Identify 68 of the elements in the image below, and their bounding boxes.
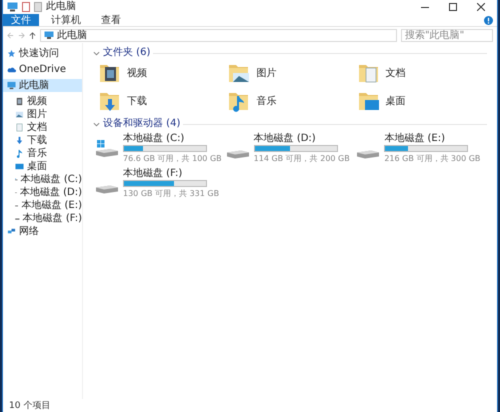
sidebar-item[interactable]: 此电脑 [3, 79, 82, 92]
folder-label[interactable]: 视频 [127, 66, 147, 80]
section-title[interactable]: 设备和驱动器 (4) [103, 118, 180, 130]
chevron-icon [93, 50, 100, 56]
free-space-text: 76.6 GB 可用，共 100 GB [123, 153, 222, 164]
free-space-text: 216 GB 可用，共 300 GB [384, 153, 480, 164]
windows-drive-icon [95, 138, 119, 158]
hard-drive-icon [226, 150, 250, 158]
download-icon [15, 136, 24, 145]
help-icon [484, 16, 493, 24]
drive-name[interactable]: 本地磁盘 (D:) [254, 133, 350, 144]
desktop-icon [15, 162, 24, 171]
chevron-icon [93, 120, 100, 128]
pin-icon [7, 49, 16, 58]
picture-folder-icon [228, 62, 250, 84]
sidebar-item[interactable]: 本地磁盘 (F:) [3, 212, 82, 225]
sidebar-item[interactable]: 网络 [3, 225, 82, 238]
sidebar-item[interactable]: 本地磁盘 (E:) [3, 199, 82, 212]
computer-icon [7, 81, 16, 90]
maximize-icon [449, 3, 457, 11]
section-title[interactable]: 文件夹 (6) [103, 47, 150, 59]
status-text: 10 个项目 [9, 400, 50, 412]
ribbon-tab[interactable]: 查看 [93, 14, 129, 26]
film-icon [15, 97, 24, 106]
network-icon [7, 227, 16, 236]
computer-icon [44, 31, 54, 39]
drive-name[interactable]: 本地磁盘 (C:) [123, 133, 222, 144]
sidebar-item[interactable]: 图片 [3, 108, 82, 121]
hard-drive-icon [95, 184, 119, 194]
folder-label[interactable]: 图片 [256, 66, 276, 80]
address-bar[interactable]: 此电脑 [40, 28, 397, 42]
forward-icon [18, 32, 25, 38]
drive-name[interactable]: 本地磁盘 (E:) [384, 133, 480, 144]
drive-name[interactable]: 本地磁盘 (F:) [123, 168, 220, 179]
close-icon [477, 3, 485, 11]
minimize-icon [421, 6, 429, 8]
folder-label[interactable]: 文档 [386, 66, 406, 80]
ribbon-tab[interactable]: 计算机 [43, 14, 89, 26]
sidebar-item[interactable]: 快速访问 [3, 47, 82, 60]
sidebar-item[interactable]: 下载 [3, 134, 82, 147]
back-icon [7, 32, 14, 38]
computer-icon [7, 2, 18, 12]
document-icon [15, 123, 24, 132]
desktop-folder-icon [358, 90, 380, 112]
music-folder-icon [228, 90, 250, 112]
up-icon [29, 32, 36, 38]
address-path: 此电脑 [57, 30, 87, 40]
document-folder-icon [358, 62, 380, 84]
sidebar-item[interactable]: 桌面 [3, 160, 82, 173]
sidebar-item[interactable]: 视频 [3, 95, 82, 108]
free-space-text: 130 GB 可用，共 331 GB [123, 188, 220, 199]
music-icon [15, 149, 24, 158]
folder-label[interactable]: 音乐 [256, 94, 276, 108]
sidebar-item[interactable]: OneDrive [3, 63, 82, 76]
sidebar-item[interactable]: 文档 [3, 121, 82, 134]
window-title: 此电脑 [46, 1, 76, 13]
free-space-text: 114 GB 可用，共 200 GB [254, 153, 350, 164]
video-folder-icon [99, 62, 121, 84]
ribbon-tab[interactable]: 文件 [3, 14, 39, 26]
sidebar-item[interactable]: 音乐 [3, 147, 82, 160]
sidebar-item[interactable]: 本地磁盘 (D:) [3, 186, 82, 199]
folder-label[interactable]: 下载 [127, 94, 147, 108]
sidebar-item[interactable]: 本地磁盘 (C:) [3, 173, 82, 186]
download-folder-icon [99, 90, 121, 112]
picture-icon [15, 110, 24, 119]
folder-label[interactable]: 桌面 [386, 94, 406, 108]
cloud-icon [7, 65, 16, 74]
hard-drive-icon [356, 150, 380, 158]
